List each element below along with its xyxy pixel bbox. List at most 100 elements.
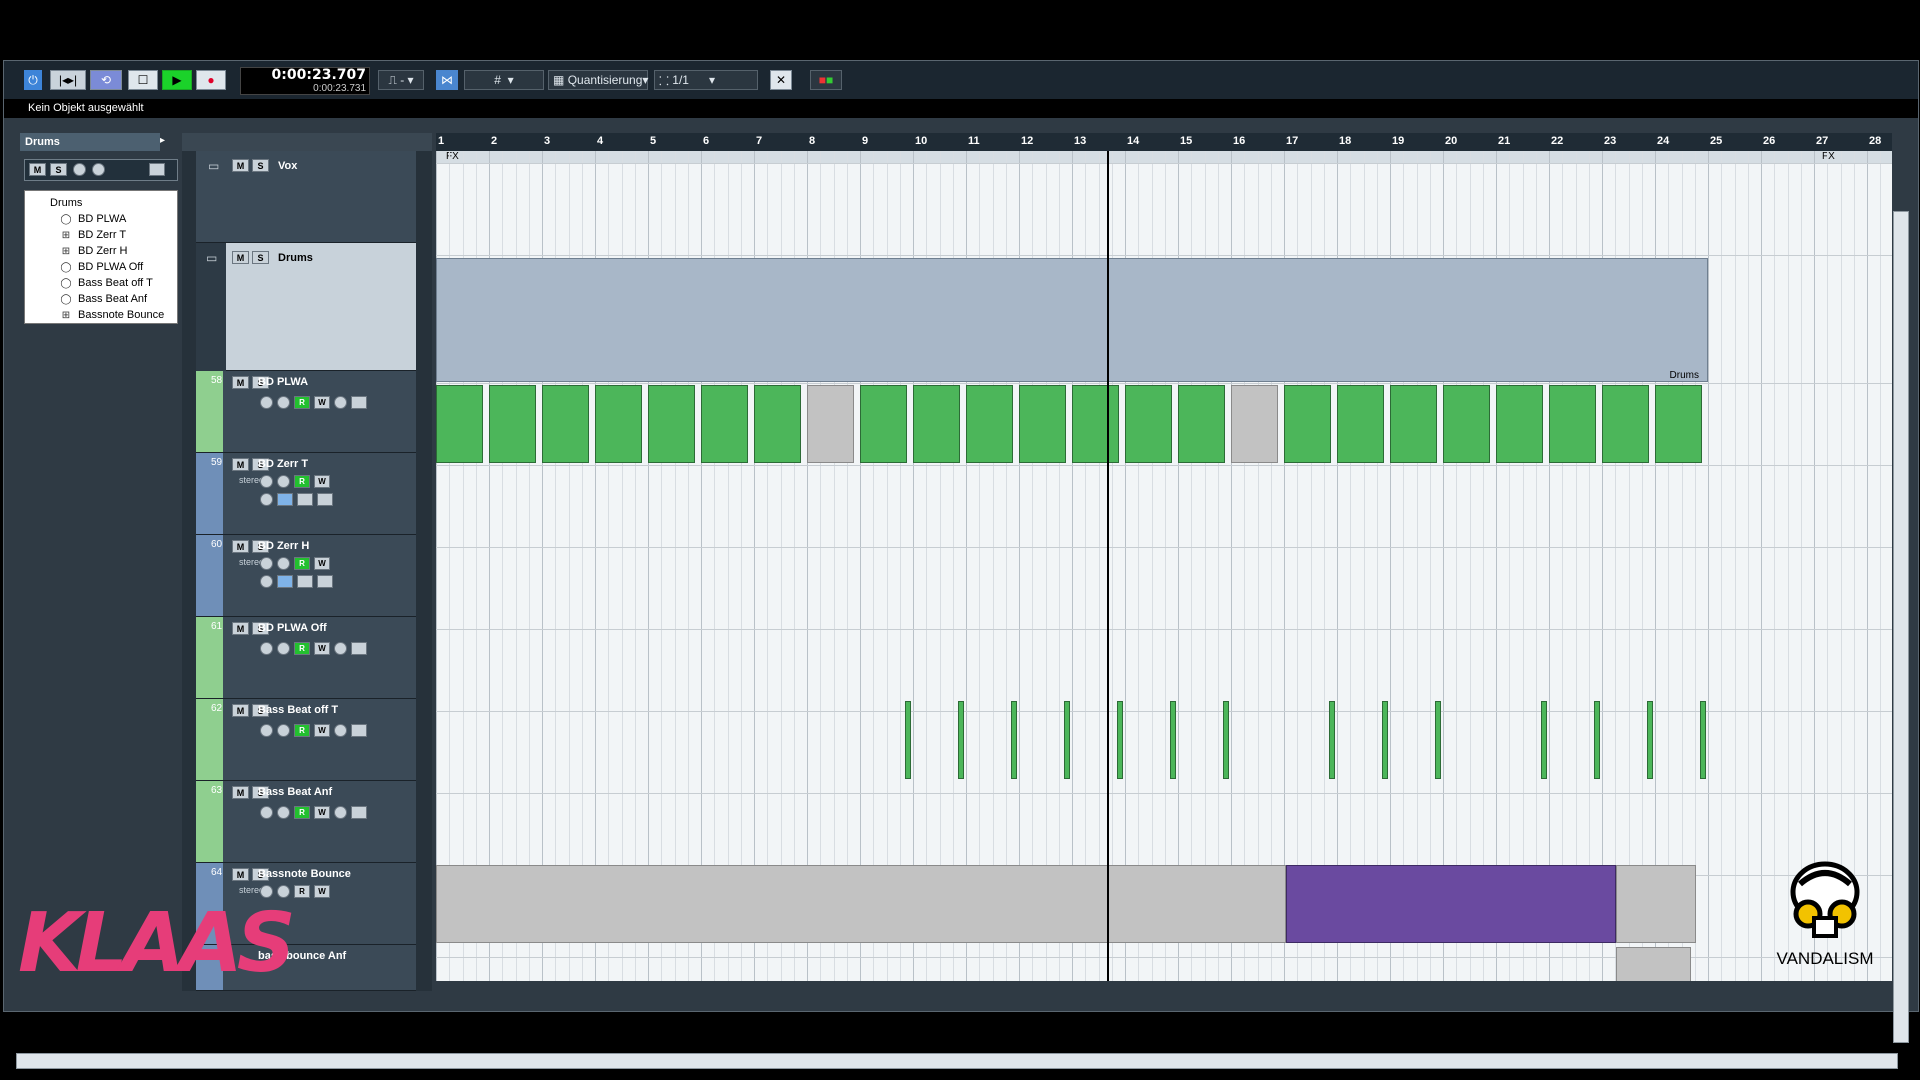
- playhead[interactable]: [1107, 151, 1109, 981]
- arrange-area[interactable]: FX FX Drums: [436, 151, 1892, 981]
- stop-icon[interactable]: ☐: [128, 70, 158, 90]
- record-enable-icon[interactable]: [260, 806, 273, 819]
- midi-part[interactable]: [542, 385, 589, 463]
- midi-part[interactable]: [1019, 385, 1066, 463]
- track-62[interactable]: 62 M S Bass Beat off T R W: [196, 699, 416, 781]
- monitor-icon[interactable]: [277, 642, 290, 655]
- midi-part[interactable]: [1178, 385, 1225, 463]
- lane-icon[interactable]: [297, 493, 313, 506]
- monitor-icon[interactable]: [92, 163, 105, 176]
- track-58[interactable]: 58 M S BD PLWA R W: [196, 371, 416, 453]
- record-enable-icon[interactable]: [73, 163, 86, 176]
- mute-button[interactable]: M: [29, 163, 46, 176]
- folder-icon[interactable]: [351, 642, 367, 655]
- monitor-icon[interactable]: [277, 396, 290, 409]
- midi-part[interactable]: [1170, 701, 1176, 779]
- track-name[interactable]: BD PLWA Off: [258, 622, 327, 634]
- midi-part[interactable]: [1496, 385, 1543, 463]
- write-automation-button[interactable]: W: [314, 396, 330, 409]
- midi-part[interactable]: [1011, 701, 1017, 779]
- track-name[interactable]: Bass Beat off T: [258, 704, 338, 716]
- edit-icon[interactable]: [334, 396, 347, 409]
- midi-part[interactable]: [1286, 865, 1616, 943]
- write-automation-button[interactable]: W: [314, 806, 330, 819]
- midi-part[interactable]: [1541, 701, 1547, 779]
- vertical-scrollbar[interactable]: [1893, 211, 1909, 1043]
- tree-root[interactable]: Drums: [50, 195, 82, 211]
- record-enable-icon[interactable]: [260, 396, 273, 409]
- folder-icon[interactable]: ▭: [208, 159, 219, 173]
- write-automation-button[interactable]: W: [314, 724, 330, 737]
- midi-part[interactable]: [1443, 385, 1490, 463]
- record-enable-icon[interactable]: [260, 557, 273, 570]
- record-icon[interactable]: ●: [196, 70, 226, 90]
- track-vox[interactable]: ▭ M S Vox: [196, 151, 416, 243]
- midi-part[interactable]: [860, 385, 907, 463]
- record-enable-icon[interactable]: [260, 724, 273, 737]
- tree-item[interactable]: ◯ Bass Beat off T: [60, 275, 152, 291]
- tree-item[interactable]: ◯ BD PLWA Off: [60, 259, 143, 275]
- horizontal-scrollbar[interactable]: [16, 1053, 1898, 1069]
- read-automation-button[interactable]: R: [294, 724, 310, 737]
- midi-part[interactable]: [1231, 385, 1278, 463]
- go-to-end-icon[interactable]: ▸|: [68, 73, 77, 87]
- read-automation-button[interactable]: R: [294, 806, 310, 819]
- edit-icon[interactable]: [334, 724, 347, 737]
- track-drums[interactable]: ▭ M S Drums: [196, 243, 416, 371]
- mute-button[interactable]: M: [232, 540, 249, 553]
- mute-button[interactable]: M: [232, 159, 249, 172]
- read-automation-button[interactable]: R: [294, 475, 310, 488]
- read-automation-button[interactable]: R: [294, 396, 310, 409]
- midi-part[interactable]: [1117, 701, 1123, 779]
- track-name[interactable]: BD Zerr T: [258, 458, 308, 470]
- solo-button[interactable]: S: [252, 159, 269, 172]
- write-automation-button[interactable]: W: [314, 475, 330, 488]
- color-icon[interactable]: ■ ■: [810, 70, 842, 90]
- read-automation-button[interactable]: R: [294, 885, 310, 898]
- track-name[interactable]: BD PLWA: [258, 376, 308, 388]
- midi-part[interactable]: [1329, 701, 1335, 779]
- locate-buttons[interactable]: |◂ ▸|: [50, 70, 86, 90]
- track-name[interactable]: Drums: [278, 252, 313, 264]
- audio-part[interactable]: [1616, 947, 1691, 981]
- track-61[interactable]: 61 M S BD PLWA Off R W: [196, 617, 416, 699]
- midi-part[interactable]: [1435, 701, 1441, 779]
- grid-select[interactable]: # ▾: [464, 70, 544, 90]
- track-59[interactable]: 59 M S BD Zerr T stereo R W: [196, 453, 416, 535]
- track-name[interactable]: Bassnote Bounce: [258, 868, 351, 880]
- track-60[interactable]: 60 M S BD Zerr H stereo R W: [196, 535, 416, 617]
- midi-part[interactable]: [1647, 701, 1653, 779]
- record-enable-icon[interactable]: [260, 475, 273, 488]
- color-tool-icon[interactable]: ✕: [770, 70, 792, 90]
- record-enable-icon[interactable]: [260, 642, 273, 655]
- midi-part[interactable]: [1064, 701, 1070, 779]
- nudge-select[interactable]: ⎍ - ▾: [378, 70, 424, 90]
- midi-part[interactable]: [905, 701, 911, 779]
- tree-item[interactable]: ⊞ BD Zerr H: [60, 243, 128, 259]
- eq-icon[interactable]: [317, 493, 333, 506]
- midi-part[interactable]: [1284, 385, 1331, 463]
- write-automation-button[interactable]: W: [314, 642, 330, 655]
- edit-icon[interactable]: [260, 493, 273, 506]
- write-automation-button[interactable]: W: [314, 885, 330, 898]
- edit-icon[interactable]: [334, 806, 347, 819]
- midi-part[interactable]: [1337, 385, 1384, 463]
- midi-part[interactable]: [966, 385, 1013, 463]
- inspector-title[interactable]: Drums: [20, 133, 160, 151]
- track-name[interactable]: Vox: [278, 160, 297, 172]
- go-to-start-icon[interactable]: |◂: [59, 73, 68, 87]
- monitor-icon[interactable]: [277, 475, 290, 488]
- track-name[interactable]: Bass Beat Anf: [258, 786, 332, 798]
- quantize-type-select[interactable]: ▦ Quantisierung ▾: [548, 70, 648, 90]
- mute-button[interactable]: M: [232, 786, 249, 799]
- write-automation-button[interactable]: W: [314, 557, 330, 570]
- play-icon[interactable]: ▶: [162, 70, 192, 90]
- folder-icon[interactable]: [351, 806, 367, 819]
- mute-button[interactable]: M: [232, 622, 249, 635]
- mute-button[interactable]: M: [232, 704, 249, 717]
- edit-icon[interactable]: [260, 575, 273, 588]
- mute-button[interactable]: M: [232, 868, 249, 881]
- mute-button[interactable]: M: [232, 376, 249, 389]
- folder-icon[interactable]: [351, 724, 367, 737]
- midi-part[interactable]: [807, 385, 854, 463]
